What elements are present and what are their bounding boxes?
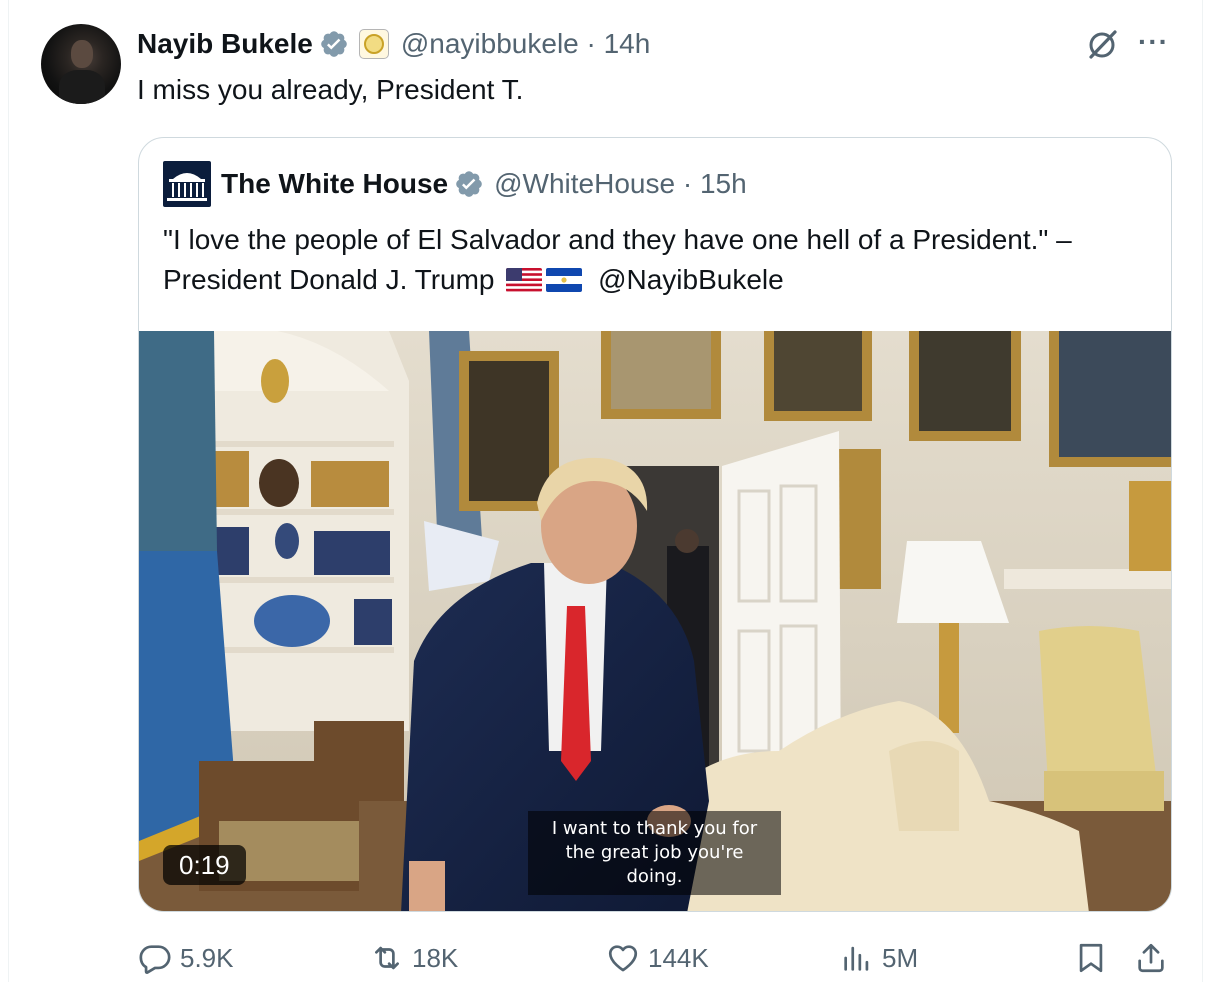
avatar[interactable]: [41, 24, 121, 104]
quoted-header: The White House @WhiteHouse · 15h: [163, 161, 747, 207]
views-icon: [844, 946, 869, 971]
video-player[interactable]: 0:19 I want to thank you for the great j…: [139, 331, 1171, 911]
caption-line2: the great job you're doing.: [565, 842, 744, 887]
tweet-header: Nayib Bukele @nayibbukele · 14h: [137, 26, 650, 62]
author-name[interactable]: Nayib Bukele: [137, 28, 313, 60]
reply-button[interactable]: 5.9K: [138, 938, 234, 978]
quoted-tweet[interactable]: The White House @WhiteHouse · 15h "I lov…: [138, 137, 1172, 912]
avatar-head-shape: [71, 40, 93, 68]
reply-count: 5.9K: [180, 942, 234, 973]
bookmark-icon: [1079, 943, 1103, 973]
mention-link[interactable]: @NayibBukele: [598, 264, 784, 295]
like-button[interactable]: 144K: [606, 938, 709, 978]
views-count: 5M: [882, 942, 919, 973]
share-icon: [1138, 943, 1164, 973]
bookmark-button[interactable]: [1074, 938, 1108, 978]
like-icon: [608, 945, 638, 972]
verified-badge-icon[interactable]: [319, 29, 349, 59]
frame-border-right: [1202, 0, 1203, 982]
el-salvador-flag-icon: [546, 268, 583, 292]
views-button[interactable]: 5M: [840, 938, 918, 978]
frame-border-left: [8, 0, 9, 982]
tweet-actions: 5.9K 18K 144K 5M: [138, 938, 1178, 978]
us-flag-icon: [506, 268, 543, 292]
more-icon[interactable]: ···: [1138, 28, 1170, 56]
repost-button[interactable]: 18K: [370, 938, 458, 978]
tweet-text: I miss you already, President T.: [137, 74, 524, 105]
reply-icon: [139, 945, 171, 974]
like-count: 144K: [648, 942, 709, 973]
repost-icon: [375, 946, 399, 970]
caption-line1: I want to thank you for: [551, 818, 758, 839]
video-duration-badge: 0:19: [163, 845, 246, 885]
org-affiliation-icon[interactable]: [358, 29, 389, 59]
grok-icon[interactable]: [1085, 27, 1119, 61]
share-button[interactable]: [1134, 938, 1168, 978]
avatar-body-shape: [59, 70, 105, 104]
quoted-text-line1: "I love the people of El Salvador and th…: [163, 224, 1072, 255]
verified-badge-icon[interactable]: [454, 169, 484, 199]
quoted-handle-time[interactable]: @WhiteHouse · 15h: [494, 168, 747, 200]
video-caption: I want to thank you for the great job yo…: [528, 811, 781, 895]
quoted-text: "I love the people of El Salvador and th…: [163, 220, 1163, 300]
repost-count: 18K: [412, 942, 459, 973]
author-handle-time[interactable]: @nayibbukele · 14h: [401, 28, 650, 60]
quoted-text-line2-prefix: President Donald J. Trump: [163, 264, 495, 295]
white-house-logo[interactable]: [163, 161, 211, 207]
quoted-text-line2: President Donald J. Trump @NayibBukele: [163, 260, 1163, 300]
quoted-author-name[interactable]: The White House: [221, 168, 448, 200]
